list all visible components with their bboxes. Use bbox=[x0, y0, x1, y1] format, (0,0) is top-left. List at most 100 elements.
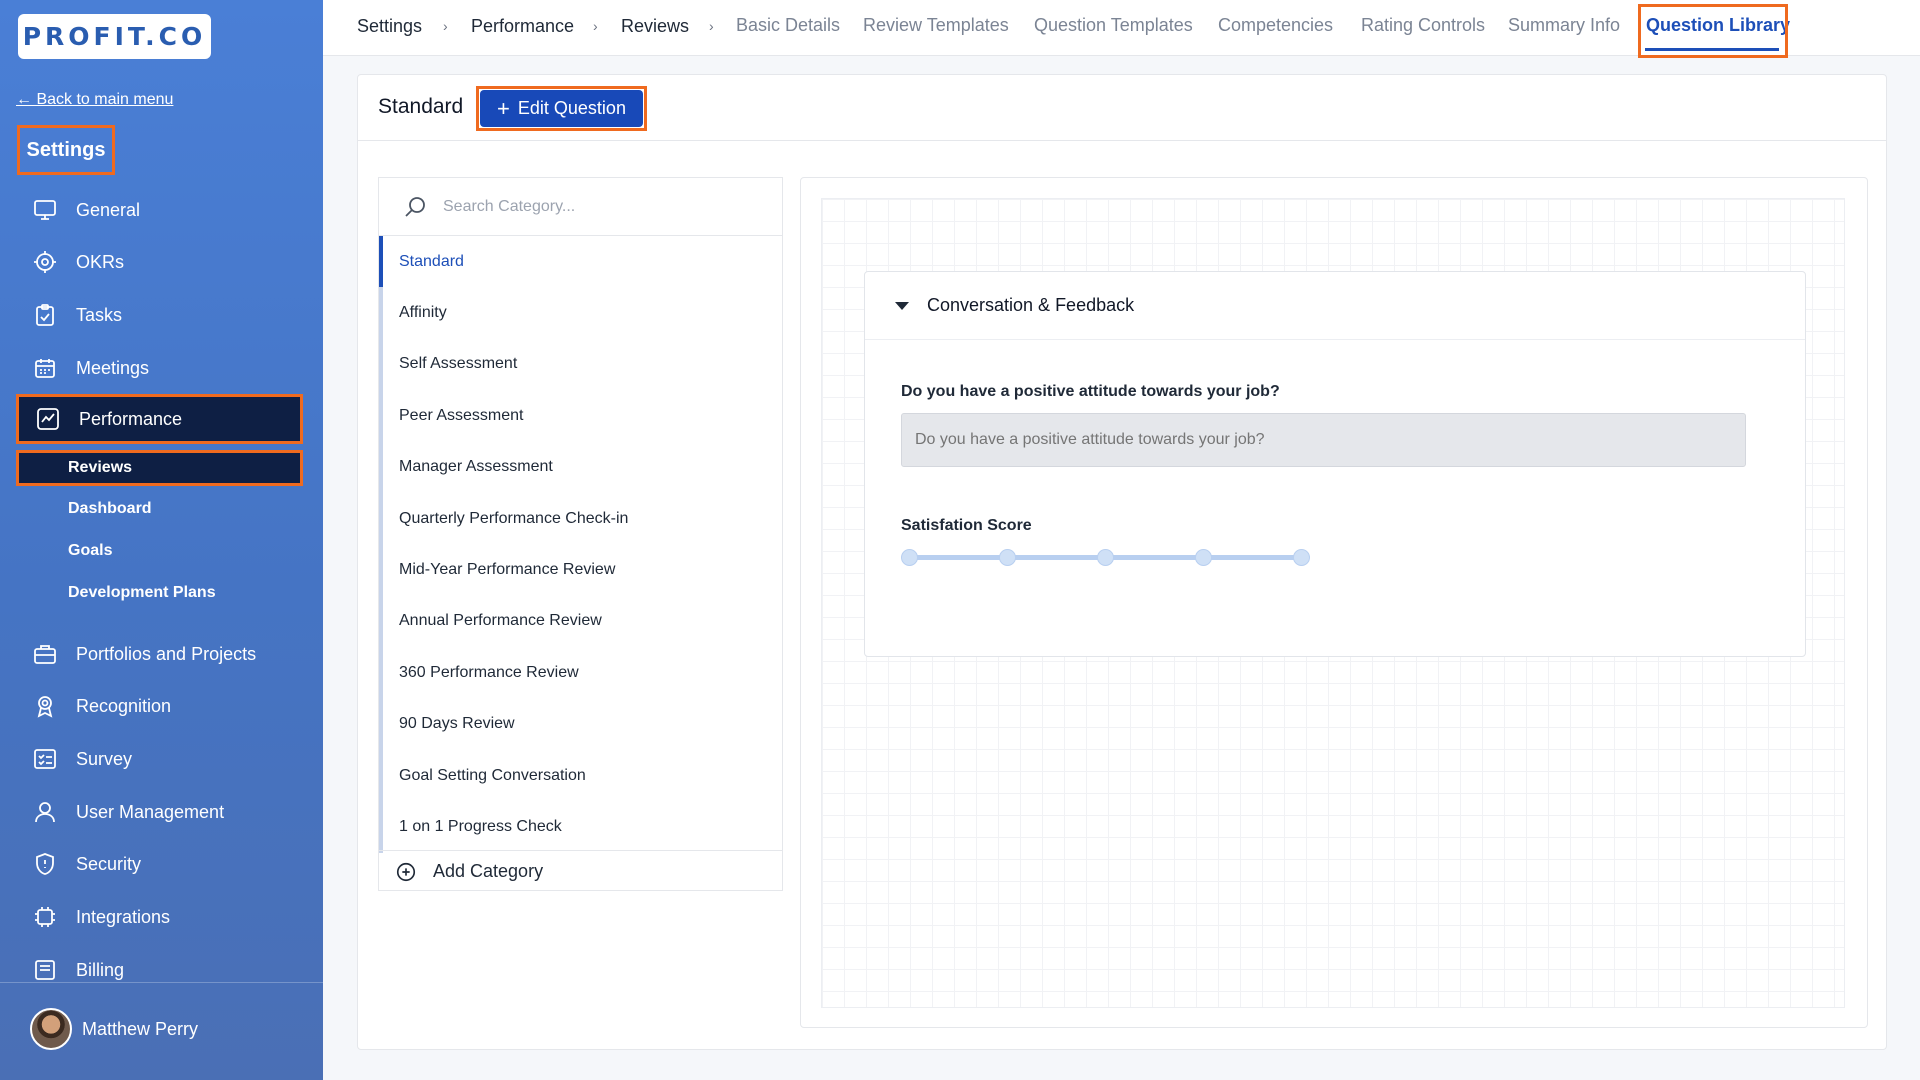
calendar-icon bbox=[31, 354, 59, 382]
section-title: Conversation & Feedback bbox=[927, 295, 1135, 315]
category-item-annual-review[interactable]: Annual Performance Review bbox=[379, 595, 782, 648]
add-category-label: Add Category bbox=[433, 861, 544, 881]
sidebar-item-user-management[interactable]: User Management bbox=[16, 790, 303, 834]
question-library-panel: Standard + Edit Question Standard Affini… bbox=[357, 74, 1887, 1050]
tab-basic-details[interactable]: Basic Details bbox=[736, 15, 840, 36]
preview-canvas: Conversation & Feedback Do you have a po… bbox=[821, 198, 1845, 1008]
breadcrumb-reviews[interactable]: Reviews bbox=[621, 16, 689, 37]
sidebar-item-integrations[interactable]: Integrations bbox=[16, 895, 303, 939]
question-answer-field[interactable] bbox=[901, 413, 1746, 467]
category-item-1on1-progress[interactable]: 1 on 1 Progress Check bbox=[379, 801, 782, 853]
panel-header: Standard + Edit Question bbox=[358, 75, 1886, 141]
category-item-360-review[interactable]: 360 Performance Review bbox=[379, 647, 782, 699]
sidebar-item-recognition[interactable]: Recognition bbox=[16, 684, 303, 728]
category-item-goal-setting[interactable]: Goal Setting Conversation bbox=[379, 749, 782, 802]
sidebar-item-general[interactable]: General bbox=[16, 188, 303, 232]
category-item-manager-assessment[interactable]: Manager Assessment bbox=[379, 441, 782, 493]
sidebar-item-label: Recognition bbox=[76, 695, 172, 716]
sidebar-item-label: Integrations bbox=[76, 906, 171, 927]
edit-question-label: Edit Question bbox=[517, 98, 626, 118]
category-item-quarterly-check-in[interactable]: Quarterly Performance Check-in bbox=[379, 492, 782, 545]
question-preview-panel: Conversation & Feedback Do you have a po… bbox=[800, 177, 1868, 1028]
category-item-self-assessment[interactable]: Self Assessment bbox=[379, 338, 782, 391]
logo-text: PROFIT.CO bbox=[22, 22, 207, 51]
sidebar-item-okrs[interactable]: OKRs bbox=[16, 240, 303, 284]
tab-rating-controls[interactable]: Rating Controls bbox=[1361, 15, 1485, 36]
slider-point[interactable] bbox=[1195, 549, 1212, 566]
breadcrumb-settings[interactable]: Settings bbox=[357, 16, 422, 37]
sidebar-item-meetings[interactable]: Meetings bbox=[16, 346, 303, 390]
chevron-right-icon: › bbox=[443, 18, 448, 34]
award-icon bbox=[31, 692, 59, 720]
category-list: Standard Affinity Self Assessment Peer A… bbox=[379, 236, 782, 853]
shield-icon bbox=[31, 850, 59, 878]
sidebar-subitem-reviews[interactable]: Reviews bbox=[16, 450, 303, 486]
sidebar-item-label: Tasks bbox=[76, 304, 123, 325]
sidebar-item-label: Portfolios and Projects bbox=[76, 643, 257, 664]
category-item-peer-assessment[interactable]: Peer Assessment bbox=[379, 390, 782, 442]
briefcase-icon bbox=[31, 640, 59, 668]
sidebar-subitem-label: Development Plans bbox=[68, 584, 216, 601]
edit-question-button[interactable]: + Edit Question bbox=[480, 90, 643, 127]
satisfaction-score-slider[interactable] bbox=[901, 547, 1311, 567]
sidebar-item-label: Meetings bbox=[76, 357, 150, 378]
monitor-icon bbox=[31, 196, 59, 224]
chip-icon bbox=[31, 903, 59, 931]
plus-icon: + bbox=[497, 95, 510, 121]
back-to-main-menu-link[interactable]: ← Back to main menu bbox=[16, 91, 173, 109]
sidebar-item-survey[interactable]: Survey bbox=[16, 737, 303, 781]
category-search bbox=[379, 178, 782, 236]
section-header-toggle[interactable]: Conversation & Feedback bbox=[865, 272, 1805, 340]
checklist-icon bbox=[31, 745, 59, 773]
sidebar-subitem-development-plans[interactable]: Development Plans bbox=[16, 575, 303, 611]
sidebar-item-label: User Management bbox=[76, 801, 225, 822]
sidebar: PROFIT.CO ← Back to main menu Settings G… bbox=[0, 0, 323, 1080]
slider-point[interactable] bbox=[1293, 549, 1310, 566]
tab-highlight-outline bbox=[1638, 4, 1788, 58]
sidebar-subitem-dashboard[interactable]: Dashboard bbox=[16, 491, 303, 527]
sidebar-item-label: Billing bbox=[76, 959, 125, 980]
sidebar-item-tasks[interactable]: Tasks bbox=[16, 293, 303, 337]
search-icon bbox=[403, 195, 427, 219]
category-item-affinity[interactable]: Affinity bbox=[379, 287, 782, 339]
sidebar-subitem-goals[interactable]: Goals bbox=[16, 533, 303, 569]
sidebar-item-billing[interactable]: Billing bbox=[16, 948, 303, 982]
avatar bbox=[30, 1008, 72, 1050]
category-item-standard[interactable]: Standard bbox=[379, 236, 782, 288]
caret-down-icon bbox=[895, 301, 909, 310]
user-icon bbox=[31, 798, 59, 826]
question-label: Do you have a positive attitude towards … bbox=[901, 383, 1280, 400]
user-profile[interactable]: Matthew Perry bbox=[30, 1008, 198, 1050]
score-label: Satisfation Score bbox=[901, 517, 1032, 534]
sidebar-item-label: Security bbox=[76, 853, 142, 874]
tab-review-templates[interactable]: Review Templates bbox=[863, 15, 1009, 36]
slider-point[interactable] bbox=[999, 549, 1016, 566]
category-panel: Standard Affinity Self Assessment Peer A… bbox=[378, 177, 783, 891]
category-search-input[interactable] bbox=[443, 197, 763, 216]
top-navigation: Settings › Performance › Reviews › Basic… bbox=[323, 0, 1920, 58]
add-category-button[interactable]: Add Category bbox=[379, 850, 782, 892]
tab-question-templates[interactable]: Question Templates bbox=[1034, 15, 1193, 36]
sidebar-item-label: General bbox=[76, 199, 141, 220]
chevron-right-icon: › bbox=[709, 18, 714, 34]
sidebar-item-label: Survey bbox=[76, 748, 133, 769]
slider-point[interactable] bbox=[901, 549, 918, 566]
category-item-mid-year-review[interactable]: Mid-Year Performance Review bbox=[379, 544, 782, 596]
breadcrumb-performance[interactable]: Performance bbox=[471, 16, 574, 37]
category-item-90-days-review[interactable]: 90 Days Review bbox=[379, 698, 782, 750]
sidebar-divider bbox=[0, 982, 323, 983]
brand-logo[interactable]: PROFIT.CO bbox=[18, 14, 211, 59]
chart-line-icon bbox=[34, 405, 62, 433]
sidebar-item-label: Performance bbox=[79, 408, 183, 429]
tab-summary-info[interactable]: Summary Info bbox=[1508, 15, 1620, 36]
sidebar-scroll-clip: Billing bbox=[0, 940, 323, 982]
sidebar-item-security[interactable]: Security bbox=[16, 842, 303, 886]
sidebar-item-label: OKRs bbox=[76, 251, 125, 272]
sidebar-item-portfolios[interactable]: Portfolios and Projects bbox=[16, 632, 303, 676]
clipboard-check-icon bbox=[31, 301, 59, 329]
sidebar-title: Settings bbox=[17, 125, 115, 175]
slider-point[interactable] bbox=[1097, 549, 1114, 566]
tab-competencies[interactable]: Competencies bbox=[1218, 15, 1333, 36]
page-title: Standard bbox=[378, 95, 464, 118]
sidebar-item-performance[interactable]: Performance bbox=[16, 394, 303, 444]
